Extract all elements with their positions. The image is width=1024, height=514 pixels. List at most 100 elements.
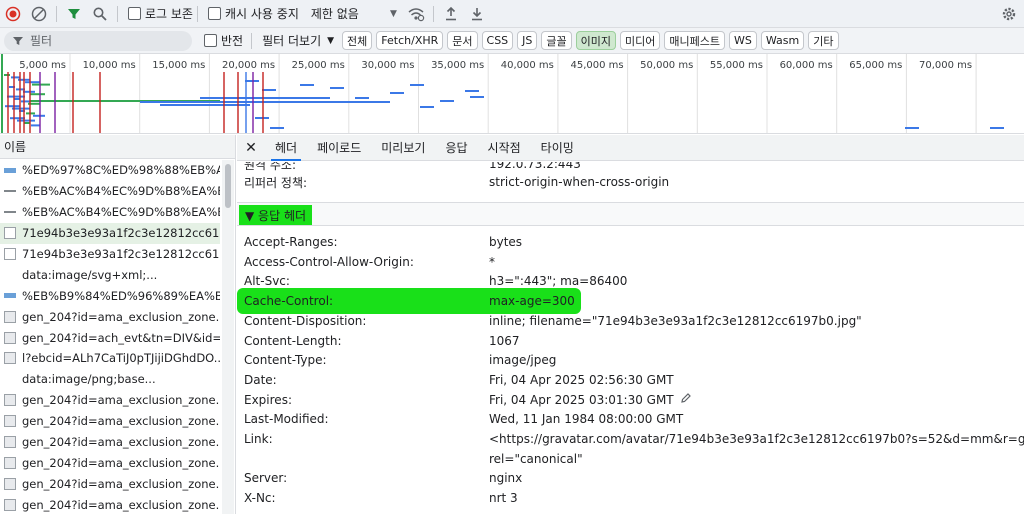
request-name: gen_204?id=ama_exclusion_zone... bbox=[22, 435, 220, 450]
tab-4[interactable]: 시작점 bbox=[478, 135, 531, 161]
checkbox-box[interactable] bbox=[128, 7, 141, 20]
invert-checkbox[interactable]: 반전 bbox=[204, 32, 243, 49]
import-icon[interactable] bbox=[438, 1, 464, 27]
tab-1[interactable]: 페이로드 bbox=[307, 135, 371, 161]
close-icon[interactable]: ✕ bbox=[237, 135, 265, 161]
request-bar bbox=[200, 97, 330, 99]
request-row[interactable]: gen_204?id=ama_exclusion_zone... bbox=[0, 494, 220, 514]
request-row[interactable]: gen_204?id=ama_exclusion_zone... bbox=[0, 306, 220, 327]
checkbox-box[interactable] bbox=[207, 7, 221, 20]
clear-icon[interactable] bbox=[26, 1, 52, 27]
export-icon[interactable] bbox=[464, 1, 490, 27]
tab-0[interactable]: 헤더 bbox=[265, 135, 307, 161]
header-name: Access-Control-Allow-Origin: bbox=[244, 254, 414, 269]
header-name: Date: bbox=[244, 372, 277, 387]
section-title[interactable]: ▼ 응답 헤더 bbox=[239, 205, 313, 225]
filter-type-4[interactable]: JS bbox=[517, 31, 538, 50]
network-overview[interactable]: 5,000 ms 10,000 ms 15,000 ms 20,000 ms 25,00… bbox=[0, 54, 1024, 134]
record-icon[interactable] bbox=[0, 1, 26, 27]
request-bar bbox=[270, 127, 284, 129]
response-header-row: Content-Type: image/jpeg bbox=[244, 350, 556, 370]
request-bar bbox=[10, 117, 25, 120]
disable-cache-checkbox[interactable]: 캐시 사용 중지 bbox=[207, 5, 299, 22]
image-icon bbox=[4, 310, 16, 323]
throttling-select[interactable]: 제한 없음 ▼ bbox=[311, 5, 397, 22]
request-bar bbox=[255, 117, 269, 119]
filter-icon[interactable] bbox=[61, 1, 87, 27]
request-name: 71e94b3e3e93a1f2c3e12812cc619... bbox=[22, 247, 220, 261]
header-name: Link: bbox=[244, 432, 273, 446]
request-row[interactable]: %EB%AC%B4%EC%9D%B8%EA%B... bbox=[0, 181, 220, 202]
tick-label: 35,000 ms bbox=[431, 60, 484, 71]
request-name: %EB%B9%84%ED%96%89%EA%B... bbox=[22, 288, 220, 303]
request-row[interactable]: gen_204?id=ach_evt&tn=DIV&id=... bbox=[0, 327, 220, 348]
request-list-scrollbar[interactable] bbox=[222, 160, 234, 514]
request-row[interactable]: 71e94b3e3e93a1f2c3e12812cc619... bbox=[0, 244, 220, 265]
request-row[interactable]: %EB%AC%B4%EC%9D%B8%EA%B... bbox=[0, 202, 220, 223]
filter-type-1[interactable]: Fetch/XHR bbox=[376, 31, 444, 50]
request-name: 71e94b3e3e93a1f2c3e12812cc619... bbox=[22, 226, 220, 241]
header-name: Cache-Control: bbox=[244, 294, 334, 309]
request-name: data:image/png;base... bbox=[22, 372, 156, 387]
tick-label: 70,000 ms bbox=[919, 60, 972, 71]
filter-type-3[interactable]: CSS bbox=[481, 31, 514, 50]
edit-pencil-icon[interactable] bbox=[680, 392, 692, 407]
response-header-row: X-Nc: nrt 3 bbox=[244, 488, 518, 508]
request-row[interactable]: gen_204?id=ama_exclusion_zone... bbox=[0, 390, 220, 411]
response-header-row: Accept-Ranges: bytes bbox=[244, 232, 522, 252]
more-filters-dropdown[interactable]: 필터 더보기 ▼ bbox=[262, 32, 334, 49]
request-row[interactable]: 71e94b3e3e93a1f2c3e12812cc619... bbox=[0, 222, 220, 244]
tick-label: 65,000 ms bbox=[849, 60, 902, 71]
request-row[interactable]: gen_204?id=ama_exclusion_zone... bbox=[0, 432, 220, 453]
request-row[interactable]: %ED%97%8C%ED%98%88%EB%A... bbox=[0, 160, 220, 181]
tab-2[interactable]: 미리보기 bbox=[371, 135, 435, 161]
response-header-row: Expires: Fri, 04 Apr 2025 03:01:30 GMT bbox=[244, 390, 692, 410]
filter-type-9[interactable]: WS bbox=[729, 31, 757, 50]
image-icon bbox=[4, 498, 16, 511]
invert-label: 반전 bbox=[221, 34, 244, 48]
tab-3[interactable]: 응답 bbox=[435, 135, 477, 161]
request-name: gen_204?id=ama_exclusion_zone... bbox=[22, 414, 220, 429]
toolbar-divider bbox=[117, 5, 118, 22]
line-icon bbox=[4, 211, 16, 214]
name-column-header[interactable]: 이름 bbox=[0, 135, 235, 159]
header-value: 192.0.73.2:443 bbox=[489, 162, 581, 171]
response-headers-section[interactable]: ▼ 응답 헤더 bbox=[237, 202, 1024, 226]
request-bar bbox=[300, 84, 314, 86]
filter-input[interactable]: 필터 bbox=[4, 30, 192, 51]
settings-gear-icon[interactable] bbox=[996, 1, 1022, 27]
request-row[interactable]: gen_204?id=ama_exclusion_zone... bbox=[0, 473, 220, 494]
filter-type-5[interactable]: 글꼴 bbox=[541, 31, 572, 50]
search-icon[interactable] bbox=[87, 1, 113, 27]
filter-type-8[interactable]: 매니페스트 bbox=[664, 31, 726, 50]
request-row[interactable]: gen_204?id=ama_exclusion_zone... bbox=[0, 411, 220, 432]
network-conditions-icon[interactable] bbox=[403, 1, 429, 27]
filter-type-6[interactable]: 이미지 bbox=[575, 31, 617, 50]
filter-placeholder: 필터 bbox=[30, 34, 53, 48]
image-icon bbox=[4, 167, 16, 173]
request-bar bbox=[470, 96, 484, 98]
request-row[interactable]: l?ebcid=ALh7CaTiJ0pTJijiDGhdDO... bbox=[0, 348, 220, 369]
request-row[interactable]: gen_204?id=ama_exclusion_zone... bbox=[0, 452, 220, 473]
image-icon bbox=[4, 331, 16, 344]
request-row[interactable]: data:image/png;base... bbox=[0, 369, 220, 390]
filter-type-7[interactable]: 미디어 bbox=[620, 31, 661, 50]
blank-icon bbox=[4, 269, 16, 281]
tick-label: 55,000 ms bbox=[710, 60, 763, 71]
image-icon bbox=[4, 352, 16, 365]
filter-type-10[interactable]: Wasm bbox=[760, 31, 805, 50]
filter-type-11[interactable]: 기타 bbox=[808, 31, 839, 50]
scrollbar-thumb[interactable] bbox=[225, 164, 231, 208]
request-name: gen_204?id=ama_exclusion_zone... bbox=[22, 476, 220, 491]
request-row[interactable]: data:image/svg+xml;... bbox=[0, 264, 220, 285]
request-row[interactable]: %EB%B9%84%ED%96%89%EA%B... bbox=[0, 285, 220, 306]
tab-5[interactable]: 타이밍 bbox=[531, 135, 584, 161]
filter-type-2[interactable]: 문서 bbox=[447, 31, 478, 50]
blank-icon bbox=[4, 373, 16, 385]
request-name: gen_204?id=ama_exclusion_zone... bbox=[22, 497, 220, 512]
request-name: gen_204?id=ama_exclusion_zone... bbox=[22, 393, 220, 408]
checkbox-box[interactable] bbox=[204, 34, 217, 47]
preserve-log-checkbox[interactable]: 로그 보존 bbox=[128, 5, 193, 22]
filter-type-0[interactable]: 전체 bbox=[342, 31, 373, 50]
header-value: Wed, 11 Jan 1984 08:00:00 GMT bbox=[489, 412, 684, 427]
